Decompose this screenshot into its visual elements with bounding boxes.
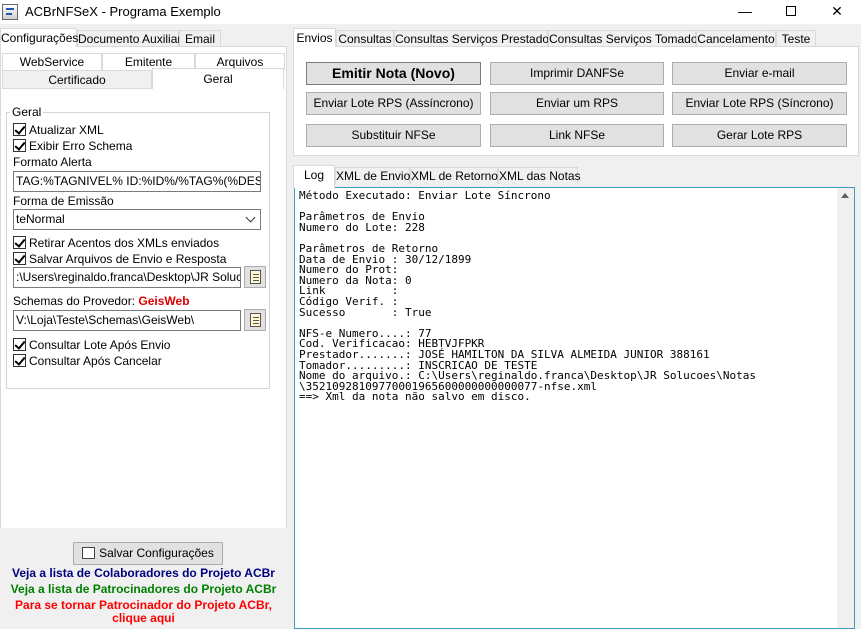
gerar-lote-rps-button[interactable]: Gerar Lote RPS xyxy=(672,124,847,147)
tab-log[interactable]: Log xyxy=(293,165,335,188)
substituir-nfse-button[interactable]: Substituir NFSe xyxy=(306,124,481,147)
browse-path-button[interactable] xyxy=(244,266,266,288)
link-tornar-patrocinador[interactable]: Para se tornar Patrocinador do Projeto A… xyxy=(0,598,287,612)
log-line: Sucesso : True xyxy=(299,305,432,319)
enviar-um-rps-button[interactable]: Enviar um RPS xyxy=(490,92,664,115)
forma-emissao-select[interactable]: teNormal xyxy=(13,209,261,230)
window-title: ACBrNFSeX - Programa Exemplo xyxy=(25,4,221,19)
tab-consultas-prestados[interactable]: Consultas Serviços Prestados xyxy=(394,30,555,47)
formato-alerta-input[interactable]: TAG:%TAGNIVEL% ID:%ID%/%TAG%(%DESCRI xyxy=(13,171,261,192)
chevron-down-icon xyxy=(245,212,256,223)
tab-certificado[interactable]: Certificado xyxy=(2,70,152,89)
folder-doc-icon xyxy=(250,270,261,284)
atualizar-xml-label: Atualizar XML xyxy=(29,123,104,137)
link-patrocinadores[interactable]: Veja a lista de Patrocinadores do Projet… xyxy=(0,582,287,596)
tab-webservice[interactable]: WebService xyxy=(2,53,102,70)
close-button[interactable]: ✕ xyxy=(814,0,860,24)
retirar-acentos-checkbox[interactable] xyxy=(13,236,26,249)
exibir-erro-checkbox[interactable] xyxy=(13,139,26,152)
link-nfse-button[interactable]: Link NFSe xyxy=(490,124,664,147)
tab-cancelamento[interactable]: Cancelamento xyxy=(696,30,776,47)
log-line: Numero do Lote: 228 xyxy=(299,220,425,234)
enviar-email-button[interactable]: Enviar e-mail xyxy=(672,62,847,85)
tab-geral[interactable]: Geral xyxy=(152,68,284,89)
salvar-configuracoes-label: Salvar Configurações xyxy=(99,546,214,560)
consultar-cancelar-checkbox[interactable] xyxy=(13,354,26,367)
link-colaboradores[interactable]: Veja a lista de Colaboradores do Projeto… xyxy=(0,566,287,580)
log-line: ==> Xml da nota não salvo em disco. xyxy=(299,390,531,404)
emitir-nota-button[interactable]: Emitir Nota (Novo) xyxy=(306,62,481,85)
imprimir-danfse-button[interactable]: Imprimir DANFSe xyxy=(490,62,664,85)
log-line: Método Executado: Enviar Lote Síncrono xyxy=(299,189,551,202)
enviar-lote-sincrono-button[interactable]: Enviar Lote RPS (Síncrono) xyxy=(672,92,847,115)
consultar-lote-checkbox[interactable] xyxy=(13,338,26,351)
tab-xml-envio[interactable]: XML de Envio xyxy=(335,167,410,184)
folder-doc-icon xyxy=(250,313,261,327)
tab-email[interactable]: Email xyxy=(179,30,221,47)
save-icon xyxy=(82,547,96,559)
schemas-provider-name: GeisWeb xyxy=(138,294,190,308)
forma-emissao-value: teNormal xyxy=(16,212,65,226)
tab-documento-auxiliar[interactable]: Documento Auxiliar xyxy=(77,30,181,47)
log-textarea[interactable]: Método Executado: Enviar Lote Síncrono P… xyxy=(294,187,855,629)
log-scrollbar[interactable] xyxy=(837,188,854,628)
browse-schemas-button[interactable] xyxy=(244,309,266,331)
schemas-path-input[interactable]: V:\Loja\Teste\Schemas\GeisWeb\ xyxy=(13,310,241,331)
tab-configuracoes[interactable]: Configurações xyxy=(0,28,78,47)
tab-envios[interactable]: Envios xyxy=(293,28,336,47)
exibir-erro-label: Exibir Erro Schema xyxy=(29,139,133,153)
log-text: Método Executado: Enviar Lote Síncrono P… xyxy=(299,189,756,404)
maximize-button[interactable] xyxy=(768,0,814,24)
retirar-acentos-label: Retirar Acentos dos XMLs enviados xyxy=(29,236,220,250)
salvar-arquivos-label: Salvar Arquivos de Envio e Resposta xyxy=(29,252,227,266)
tab-consultas[interactable]: Consultas xyxy=(336,30,394,47)
tab-consultas-tomados[interactable]: Consultas Serviços Tomados xyxy=(548,30,704,47)
link-clique-aqui[interactable]: clique aqui xyxy=(0,611,287,625)
scroll-up-arrow-icon[interactable] xyxy=(841,193,849,198)
title-bar: ACBrNFSeX - Programa Exemplo — ✕ xyxy=(0,0,861,24)
forma-emissao-label: Forma de Emissão xyxy=(13,194,114,208)
tab-xml-retorno[interactable]: XML de Retorno xyxy=(410,167,498,184)
geral-group-label: Geral xyxy=(10,105,44,119)
enviar-lote-assincrono-button[interactable]: Enviar Lote RPS (Assíncrono) xyxy=(306,92,481,115)
atualizar-xml-checkbox[interactable] xyxy=(13,123,26,136)
schemas-provedor-label: Schemas do Provedor: GeisWeb xyxy=(13,294,190,308)
salvar-configuracoes-button[interactable]: Salvar Configurações xyxy=(73,542,223,565)
maximize-icon xyxy=(786,6,796,16)
schemas-label-text: Schemas do Provedor: xyxy=(13,294,136,308)
consultar-cancelar-label: Consultar Após Cancelar xyxy=(29,354,162,368)
path-input[interactable]: :\Users\reginaldo.franca\Desktop\JR Solu… xyxy=(13,267,241,288)
app-icon xyxy=(2,4,18,20)
minimize-button[interactable]: — xyxy=(722,0,768,24)
consultar-lote-label: Consultar Lote Após Envio xyxy=(29,338,171,352)
tab-xml-notas[interactable]: XML das Notas xyxy=(498,167,581,184)
salvar-arquivos-checkbox[interactable] xyxy=(13,252,26,265)
formato-alerta-label: Formato Alerta xyxy=(13,155,92,169)
tab-teste[interactable]: Teste xyxy=(776,30,816,47)
